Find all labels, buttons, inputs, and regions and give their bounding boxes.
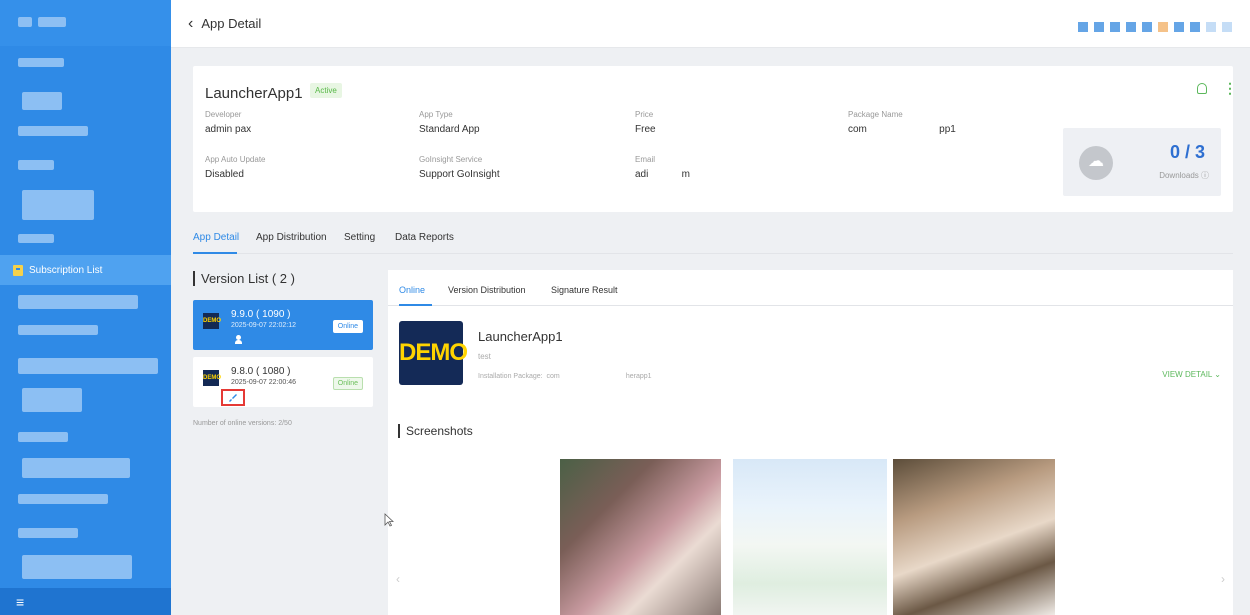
app-logo: DEMO: [203, 313, 221, 329]
sidebar-item[interactable]: [18, 126, 88, 136]
version-status-badge: Online: [332, 377, 363, 390]
version-list-title: Version List ( 2 ): [193, 271, 295, 286]
tab-online[interactable]: Online: [399, 285, 425, 295]
sidebar: Subscription List ≡: [0, 0, 171, 615]
sidebar-item[interactable]: [22, 92, 62, 110]
app-logo: DEMO: [203, 370, 221, 386]
downloads-count: 0 / 3: [1169, 142, 1205, 162]
bell-icon[interactable]: [1197, 83, 1207, 94]
auto-update-label: App Auto Update: [205, 155, 266, 164]
chevron-left-icon[interactable]: ‹: [188, 15, 193, 33]
active-subtab-indicator: [399, 304, 432, 306]
app-type-value: Standard App: [419, 124, 480, 135]
tab-setting[interactable]: Setting: [344, 232, 375, 243]
active-tab-indicator: [193, 252, 237, 254]
sidebar-item[interactable]: [22, 190, 94, 220]
sidebar-item[interactable]: [18, 358, 158, 374]
tab-signature-result[interactable]: Signature Result: [551, 285, 618, 295]
sidebar-item[interactable]: [18, 432, 68, 442]
version-number: 9.9.0 ( 1090 ): [231, 309, 291, 320]
sidebar-item[interactable]: [18, 494, 108, 504]
email-label: Email: [635, 155, 656, 164]
sidebar-item[interactable]: [18, 528, 78, 538]
installation-package: Installation Package: com herapp1: [478, 373, 652, 380]
package-value: com pp1: [848, 124, 956, 135]
version-detail-panel: Online Version Distribution Signature Re…: [388, 270, 1233, 615]
sidebar-item[interactable]: [22, 555, 132, 579]
rocket-icon[interactable]: [221, 389, 245, 406]
sidebar-item[interactable]: [18, 325, 98, 335]
tab-version-distribution[interactable]: Version Distribution: [448, 285, 526, 295]
user-icon: [235, 335, 242, 344]
chevron-right-icon[interactable]: ›: [1221, 572, 1225, 586]
screenshot-image[interactable]: [733, 459, 887, 615]
app-icon: DEMO: [399, 321, 468, 385]
screenshot-image[interactable]: [560, 459, 721, 615]
developer-value: admin pax: [205, 124, 252, 135]
tab-data-reports[interactable]: Data Reports: [395, 232, 454, 243]
cloud-upload-icon[interactable]: ☁: [1079, 146, 1113, 180]
sidebar-item[interactable]: [18, 160, 54, 170]
price-label: Price: [635, 110, 654, 119]
screenshots-title: Screenshots: [398, 424, 473, 438]
app-info-card: LauncherApp1 Active Developer admin pax …: [193, 66, 1237, 212]
sidebar-logo: [0, 0, 171, 46]
developer-label: Developer: [205, 110, 242, 119]
goinsight-value: Support GoInsight: [419, 169, 500, 180]
version-item[interactable]: DEMO 9.8.0 ( 1080 ) 2025-09-07 22:00:46 …: [193, 357, 373, 407]
user-menu[interactable]: [1078, 22, 1232, 32]
detail-app-name: LauncherApp1: [478, 329, 563, 344]
downloads-box: ☁ 0 / 3 Downloads ⓘ: [1063, 128, 1221, 196]
menu-icon: ≡: [16, 593, 25, 610]
price-value: Free: [635, 124, 656, 135]
version-date: 2025-09-07 22:02:12: [231, 322, 296, 329]
version-number: 9.8.0 ( 1080 ): [231, 366, 291, 377]
package-label: Package Name: [848, 110, 903, 119]
app-type-label: App Type: [419, 110, 453, 119]
screenshot-image[interactable]: [893, 459, 1055, 615]
sidebar-collapse-button[interactable]: ≡: [0, 588, 171, 615]
app-name: LauncherApp1: [205, 85, 303, 102]
subscription-icon: [13, 264, 23, 276]
auto-update-value: Disabled: [205, 169, 244, 180]
tab-app-distribution[interactable]: App Distribution: [256, 232, 327, 243]
mouse-cursor-icon: [384, 513, 394, 527]
sidebar-item-label: Subscription List: [29, 264, 103, 276]
page-title: App Detail: [201, 16, 262, 31]
detail-description: test: [478, 352, 491, 361]
view-detail-button[interactable]: VIEW DETAIL ⌄: [1162, 370, 1221, 379]
sub-tabs: Online Version Distribution Signature Re…: [388, 270, 1233, 306]
sidebar-item[interactable]: [18, 58, 64, 67]
version-status-badge: Online: [332, 320, 363, 333]
sidebar-item-subscription-list[interactable]: Subscription List: [0, 255, 171, 285]
online-versions-note: Number of online versions: 2/50: [193, 420, 292, 427]
sidebar-item[interactable]: [22, 388, 82, 412]
version-item[interactable]: DEMO 9.9.0 ( 1090 ) 2025-09-07 22:02:12 …: [193, 300, 373, 350]
sidebar-item[interactable]: [18, 295, 138, 309]
goinsight-label: GoInsight Service: [419, 155, 483, 164]
sidebar-item[interactable]: [18, 234, 54, 243]
downloads-label: Downloads ⓘ: [1159, 171, 1209, 180]
version-date: 2025-09-07 22:00:46: [231, 379, 296, 386]
status-badge: Active: [310, 83, 342, 98]
more-vertical-icon[interactable]: ⋮: [1223, 80, 1237, 97]
tab-app-detail[interactable]: App Detail: [193, 232, 239, 243]
chevron-left-icon[interactable]: ‹: [396, 572, 400, 586]
sidebar-item[interactable]: [22, 458, 130, 478]
email-value: adi m: [635, 169, 691, 180]
main-tabs: App Detail App Distribution Setting Data…: [193, 228, 1233, 254]
top-header: ‹ App Detail: [171, 0, 1250, 48]
